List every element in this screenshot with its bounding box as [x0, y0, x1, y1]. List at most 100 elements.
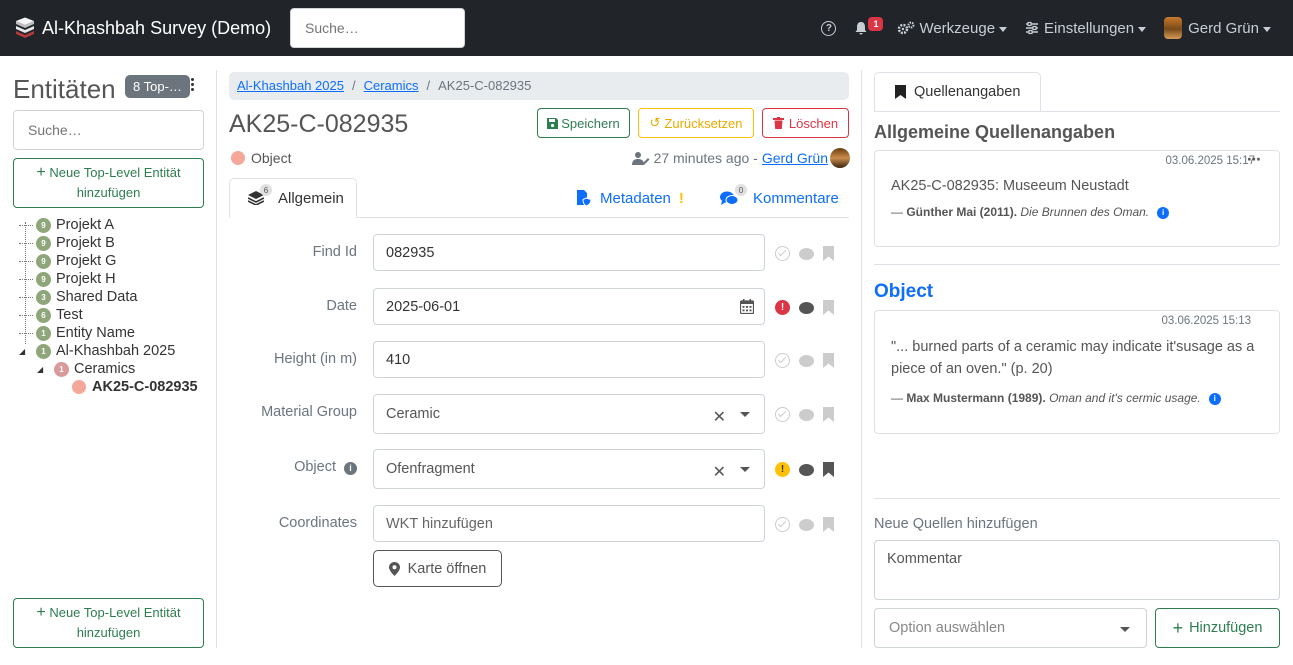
user-name: Gerd Grün — [1188, 19, 1259, 37]
comment-icon[interactable] — [799, 518, 814, 531]
source-quote: "... burned parts of a ceramic may indic… — [891, 339, 1255, 377]
chevron-down-icon[interactable] — [740, 412, 750, 417]
calendar-icon[interactable] — [740, 299, 754, 314]
tab-metadata[interactable]: Metadaten ! — [576, 178, 684, 218]
object-sources-heading: Object — [874, 281, 934, 302]
source-timestamp: 03.06.2025 15:13 — [1161, 315, 1251, 327]
tree-item[interactable]: 3 Shared Data — [19, 288, 219, 306]
comment-icon[interactable] — [799, 247, 814, 260]
more-options-icon[interactable]: ⋯ — [1247, 151, 1261, 168]
breadcrumb-link[interactable]: Ceramics — [364, 78, 419, 93]
object-select[interactable]: Ofenfragment ✕ — [373, 449, 765, 489]
tab-sources[interactable]: Quellenangaben — [874, 72, 1041, 112]
bookmark-icon[interactable] — [823, 462, 834, 477]
tree-item[interactable]: 6 Test — [19, 306, 219, 324]
entity-title: AK25-C-082935 — [229, 110, 409, 138]
tree-item[interactable]: 9 Projekt A — [19, 216, 219, 234]
source-card: 03.06.2025 15:13 "... burned parts of a … — [874, 310, 1280, 434]
tree-item[interactable]: 9 Projekt B — [19, 234, 219, 252]
floppy-icon — [547, 117, 559, 129]
clear-icon[interactable]: ✕ — [713, 407, 726, 427]
top-level-count-badge[interactable]: 8 Top-… — [125, 75, 190, 98]
undo-icon: ↺ — [649, 115, 661, 130]
check-icon[interactable] — [775, 517, 790, 532]
settings-label: Einstellungen — [1044, 19, 1135, 37]
metadata-warning-flag: ! — [678, 189, 684, 207]
info-icon[interactable]: i — [1157, 206, 1170, 219]
find-id-field[interactable]: 082935 — [373, 234, 765, 271]
help-button[interactable]: ? — [821, 20, 837, 36]
tree-item-selected[interactable]: AK25-C-082935 — [19, 378, 219, 396]
bookmark-icon[interactable] — [823, 517, 834, 532]
notifications-button[interactable]: 1 — [854, 17, 884, 35]
chevron-down-icon — [1138, 26, 1147, 32]
comment-icon[interactable] — [799, 354, 814, 367]
tab-comments[interactable]: 0 Kommentare — [719, 178, 839, 218]
info-icon[interactable]: i — [1208, 392, 1221, 405]
divider — [861, 70, 862, 648]
breadcrumb-link[interactable]: Al-Khashbah 2025 — [237, 78, 344, 93]
bookmark-icon — [895, 85, 906, 99]
comment-textarea[interactable]: Kommentar — [874, 540, 1280, 600]
bookmark-icon[interactable] — [823, 300, 834, 315]
global-search-input[interactable] — [290, 8, 465, 48]
bookmark-icon[interactable] — [823, 353, 834, 368]
clear-icon[interactable]: ✕ — [713, 462, 726, 482]
chevron-down-icon — [999, 26, 1008, 32]
tree-item[interactable]: 9 Projekt G — [19, 252, 219, 270]
open-map-button[interactable]: Karte öffnen — [373, 550, 502, 587]
error-icon[interactable]: ! — [775, 300, 790, 315]
tab-general[interactable]: 6 Allgemein — [229, 178, 357, 218]
editor-avatar — [830, 148, 850, 168]
field-label-date: Date — [326, 298, 357, 314]
settings-menu[interactable]: Einstellungen — [1025, 19, 1147, 37]
height-field[interactable]: 410 — [373, 341, 765, 378]
comment-icon[interactable] — [799, 301, 814, 314]
tree-item[interactable]: 9 Projekt H — [19, 270, 219, 288]
save-button[interactable]: Speichern — [537, 108, 630, 138]
field-label-coordinates: Coordinates — [278, 515, 357, 531]
map-pin-icon — [388, 561, 400, 576]
comment-icon[interactable] — [799, 463, 814, 476]
date-field[interactable]: 2025-06-01 — [373, 288, 765, 325]
comments-count-badge: 0 — [735, 184, 747, 196]
entity-search-input[interactable] — [13, 110, 204, 150]
editor-tabs: 6 Allgemein Metadaten ! 0 Kommentare — [229, 178, 849, 218]
comment-icon[interactable] — [799, 408, 814, 421]
warning-icon[interactable]: ! — [775, 462, 790, 477]
kebab-menu-icon[interactable] — [191, 78, 195, 93]
delete-button[interactable]: Löschen — [762, 108, 849, 138]
add-source-button[interactable]: + Hinzufügen — [1155, 608, 1280, 648]
reset-button[interactable]: ↺ Zurücksetzen — [638, 108, 754, 138]
field-label-object: Object i — [294, 459, 357, 475]
collapse-icon[interactable]: ◢ — [19, 347, 33, 356]
user-edit-icon — [631, 152, 650, 165]
check-icon[interactable] — [775, 353, 790, 368]
user-menu[interactable]: Gerd Grün — [1164, 17, 1271, 39]
tree-item-expanded[interactable]: ◢ 1 Al-Khashbah 2025 — [19, 342, 219, 360]
plus-icon: + — [1172, 617, 1184, 638]
tools-menu[interactable]: Werkzeuge — [897, 20, 1008, 37]
source-option-select[interactable]: Option auswählen — [874, 608, 1147, 648]
breadcrumb: Al-Khashbah 2025/Ceramics / AK25-C-082935 — [229, 72, 849, 100]
books-logo-icon — [16, 17, 34, 38]
entity-sidebar: Entitäten 8 Top-… + Neue Top-Level Entit… — [13, 56, 217, 665]
trash-icon — [772, 117, 784, 129]
check-icon[interactable] — [775, 246, 790, 261]
tree-item[interactable]: 1 Entity Name — [19, 324, 219, 342]
child-count-badge: 3 — [36, 289, 51, 305]
info-icon[interactable]: i — [344, 461, 357, 475]
tree-item-expanded[interactable]: ◢ 1 Ceramics — [19, 360, 219, 378]
coordinates-field[interactable]: WKT hinzufügen — [373, 505, 765, 542]
editor-link[interactable]: Gerd Grün — [762, 150, 828, 166]
check-icon[interactable] — [775, 407, 790, 422]
sidebar-title: Entitäten — [13, 74, 116, 104]
add-top-level-entity-button-bottom[interactable]: + Neue Top-Level Entität hinzufügen — [13, 598, 204, 648]
material-group-select[interactable]: Ceramic ✕ — [373, 394, 765, 434]
bookmark-icon[interactable] — [823, 407, 834, 422]
brand[interactable]: Al-Khashbah Survey (Demo) — [14, 17, 271, 39]
collapse-icon[interactable]: ◢ — [37, 365, 51, 374]
add-top-level-entity-button[interactable]: + Neue Top-Level Entität hinzufügen — [13, 158, 204, 208]
chevron-down-icon[interactable] — [740, 467, 750, 472]
bookmark-icon[interactable] — [823, 246, 834, 261]
